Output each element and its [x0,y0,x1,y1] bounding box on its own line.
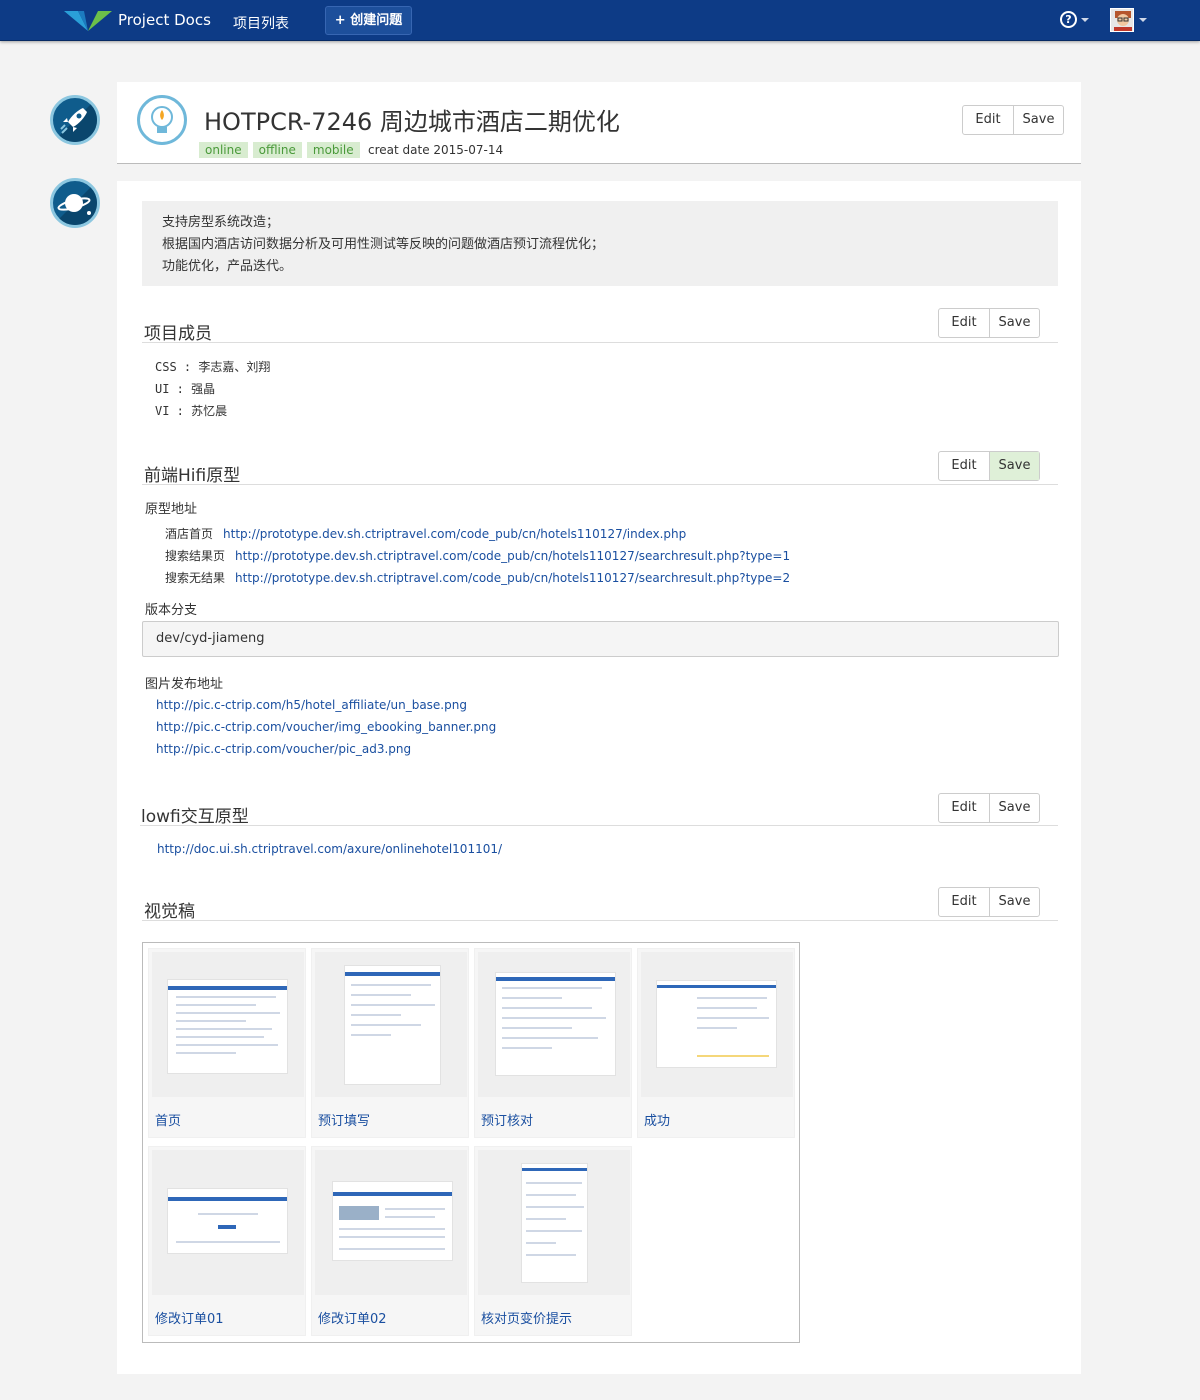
visual-card-label[interactable]: 预订核对 [481,1110,533,1129]
issue-body: 支持房型系统改造； 根据国内酒店访问数据分析及可用性测试等反映的问题做酒店预订流… [117,181,1081,1374]
top-navbar: Project Docs 项目列表 + 创建问题 ? [0,0,1200,41]
rocket-icon[interactable] [50,95,100,145]
visual-card-label[interactable]: 核对页变价提示 [481,1308,572,1327]
thumbnail-frame [478,952,630,1097]
visual-card-label[interactable]: 成功 [644,1110,670,1129]
brand-name[interactable]: Project Docs [118,11,211,29]
tag-mobile[interactable]: mobile [306,142,360,158]
visual-card[interactable]: 预订填写 [311,948,469,1138]
thumbnail-frame [478,1150,630,1295]
description-line: 根据国内酒店访问数据分析及可用性测试等反映的问题做酒店预订流程优化； [162,237,605,252]
thumbnail-image [521,1163,588,1283]
visual-card[interactable]: 修改订单01 [148,1146,306,1336]
planet-icon[interactable] [50,178,100,228]
thumbnail-frame [152,1150,304,1295]
visual-title: 视觉稿 [144,902,195,922]
hifi-title: 前端Hifi原型 [144,466,241,486]
nav-project-list[interactable]: 项目列表 [233,13,289,33]
branch-label: 版本分支 [145,603,198,618]
members-title: 项目成员 [144,324,212,344]
visual-card[interactable]: 核对页变价提示 [474,1146,632,1336]
save-button[interactable]: Save [989,888,1039,916]
visual-card-label[interactable]: 预订填写 [318,1110,370,1129]
visual-card-label[interactable]: 首页 [155,1110,181,1129]
thumbnail-frame [152,952,304,1097]
save-button[interactable]: Save [1013,106,1063,134]
members-edit-save: Edit Save [938,308,1040,338]
lightbulb-icon [137,95,187,145]
prototype-link[interactable]: http://prototype.dev.sh.ctriptravel.com/… [235,571,790,585]
member-row: UI : 强晶 [155,382,216,396]
user-menu[interactable] [1110,8,1147,32]
edit-button[interactable]: Edit [939,452,989,480]
description-line: 功能优化，产品迭代。 [162,259,293,274]
prototype-row: 搜索无结果 http://prototype.dev.sh.ctriptravel… [165,569,790,586]
prototype-link[interactable]: http://prototype.dev.sh.ctriptravel.com/… [223,527,686,541]
header-edit-save: Edit Save [962,105,1064,135]
lowfi-edit-save: Edit Save [938,793,1040,823]
lowfi-link[interactable]: http://doc.ui.sh.ctriptravel.com/axure/o… [157,842,502,856]
thumbnail-frame [315,1150,467,1295]
brand-logo-icon[interactable] [64,9,112,33]
image-link[interactable]: http://pic.c-ctrip.com/voucher/pic_ad3.p… [156,742,411,756]
visual-section-header: 视觉稿 Edit Save [142,887,1058,922]
visual-card-label[interactable]: 修改订单01 [155,1308,224,1327]
member-row: CSS : 李志嘉、刘翔 [155,360,271,374]
visual-edit-save: Edit Save [938,887,1040,917]
member-row: VI : 苏忆晨 [155,404,228,418]
save-button[interactable]: Save [989,309,1039,337]
prototype-name: 搜索结果页 [165,549,226,563]
help-circle-icon: ? [1060,11,1077,28]
user-avatar [1110,8,1134,32]
thumbnail-image [495,972,616,1076]
thumbnail-image [167,979,288,1074]
lowfi-title: lowfi交互原型 [141,807,249,827]
tag-offline[interactable]: offline [252,142,302,158]
thumbnail-image [332,1181,453,1261]
issue-title: HOTPCR-7246 周边城市酒店二期优化 [204,108,620,136]
image-link[interactable]: http://pic.c-ctrip.com/voucher/img_ebook… [156,720,496,734]
thumbnail-image [656,980,777,1068]
lowfi-section-header: lowfi交互原型 Edit Save [140,793,1058,827]
thumbnail-image [167,1188,288,1254]
visual-card-label[interactable]: 修改订单02 [318,1308,387,1327]
prototype-name: 酒店首页 [165,527,214,541]
image-link[interactable]: http://pic.c-ctrip.com/h5/hotel_affiliat… [156,698,467,712]
issue-header: HOTPCR-7246 周边城市酒店二期优化 online offline mo… [117,82,1081,164]
help-dropdown[interactable]: ? [1060,11,1089,28]
edit-button[interactable]: Edit [939,794,989,822]
edit-button[interactable]: Edit [963,106,1013,134]
visual-card[interactable]: 预订核对 [474,948,632,1138]
branch-field[interactable]: dev/cyd-jiameng [142,621,1059,657]
thumbnail-frame [315,952,467,1097]
edit-button[interactable]: Edit [939,309,989,337]
chevron-down-icon [1139,18,1147,22]
create-issue-button[interactable]: + 创建问题 [325,6,412,35]
image-url-label: 图片发布地址 [145,677,224,692]
tag-list: online offline mobile [199,142,360,158]
description-line: 支持房型系统改造； [162,215,280,230]
hifi-edit-save: Edit Save [938,451,1040,481]
prototype-name: 搜索无结果 [165,571,226,585]
thumbnail-image [344,965,441,1085]
save-button[interactable]: Save [989,794,1039,822]
members-section-header: 项目成员 Edit Save [142,308,1058,344]
chevron-down-icon [1081,17,1089,22]
save-button[interactable]: Save [989,452,1039,480]
prototype-link[interactable]: http://prototype.dev.sh.ctriptravel.com/… [235,549,790,563]
thumbnail-frame [641,952,793,1097]
hifi-section-header: 前端Hifi原型 Edit Save [142,451,1058,486]
tag-online[interactable]: online [199,142,248,158]
prototype-row: 搜索结果页 http://prototype.dev.sh.ctriptravel… [165,547,790,564]
create-date: creat date 2015-07-14 [368,143,504,157]
prototype-row: 酒店首页 http://prototype.dev.sh.ctriptravel.… [165,525,686,542]
visual-card[interactable]: 修改订单02 [311,1146,469,1336]
edit-button[interactable]: Edit [939,888,989,916]
visual-gallery: 首页 预订填写 预订核对 成功 修改订单01 修改订单02 核对页变价提示 [142,942,800,1343]
prototype-url-label: 原型地址 [145,502,198,517]
visual-card[interactable]: 成功 [637,948,795,1138]
visual-card[interactable]: 首页 [148,948,306,1138]
description-box: 支持房型系统改造； 根据国内酒店访问数据分析及可用性测试等反映的问题做酒店预订流… [142,201,1058,286]
